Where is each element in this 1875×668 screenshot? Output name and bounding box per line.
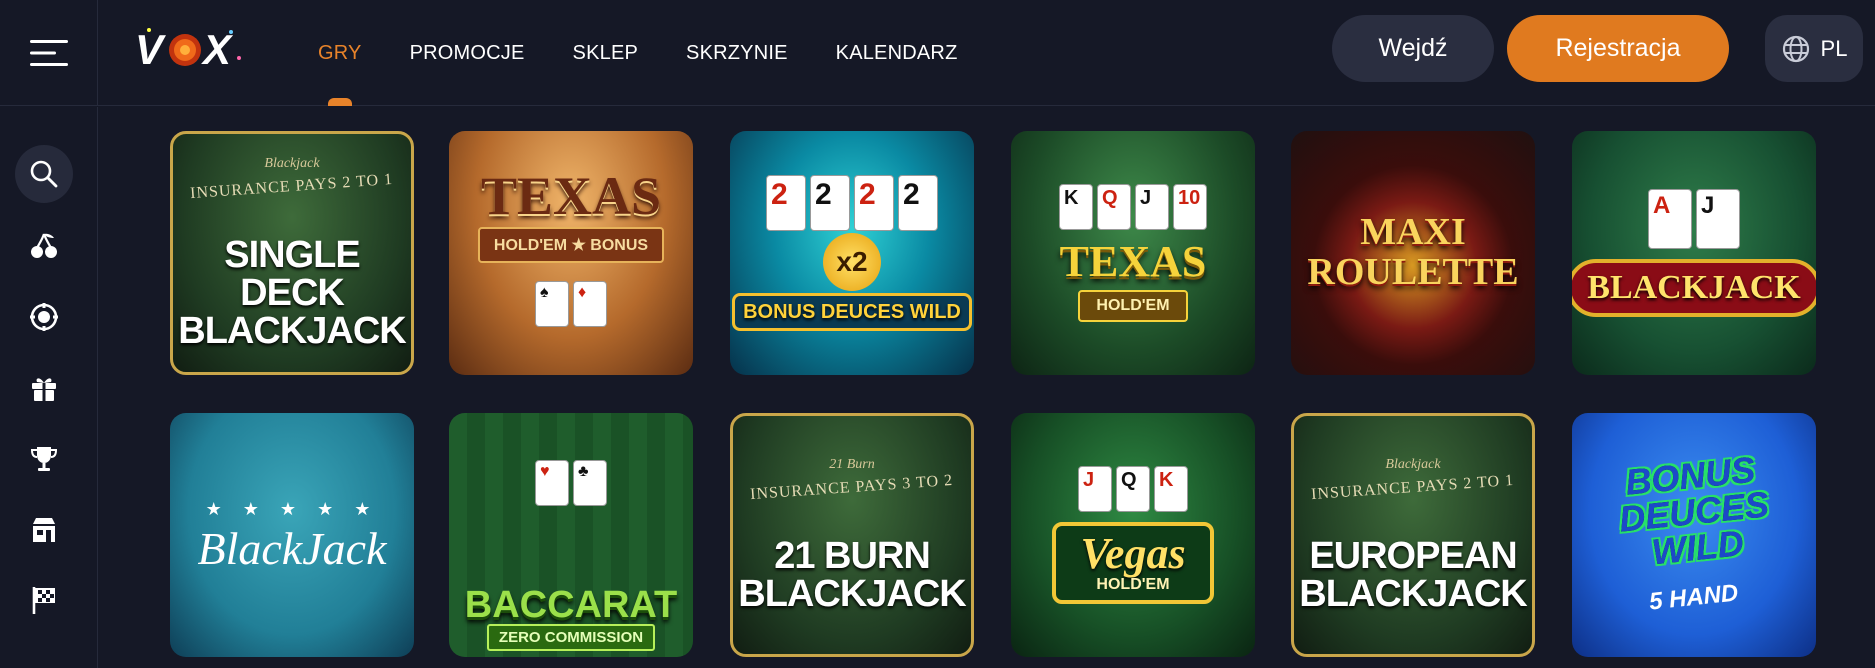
game-title: TEXAS (480, 166, 662, 226)
game-tile-baccarat-zero-commission[interactable]: ♥ ♣ BACCARAT ZERO COMMISSION (449, 413, 693, 657)
gift-icon (32, 378, 56, 401)
game-title: EUROPEAN BLACKJACK (1299, 535, 1527, 615)
game-tile-european-blackjack[interactable]: Blackjack INSURANCE PAYS 2 TO 1 EUROPEAN… (1291, 413, 1535, 657)
card-row: ♠ ♦ (535, 281, 607, 327)
card-row: J Q K (1078, 466, 1188, 512)
game-strip-text: INSURANCE PAYS 2 TO 1 (189, 170, 394, 203)
svg-text:X: X (201, 26, 234, 73)
playing-card: 2 (898, 175, 938, 231)
game-title: BACCARAT (464, 583, 678, 626)
playing-card: ♠ (535, 281, 569, 327)
game-title: Vegas (1080, 529, 1186, 578)
game-title: 21 BURN BLACKJACK (738, 535, 966, 615)
chip-icon (30, 303, 58, 331)
game-tile-texas-holdem-bonus[interactable]: TEXAS HOLD'EM ★ BONUS ♠ ♦ (449, 131, 693, 375)
game-subtitle: HOLD'EM (1096, 576, 1170, 593)
hamburger-icon (29, 40, 68, 66)
shop-icon (33, 518, 55, 542)
card-row: 2 2 2 2 (766, 175, 938, 231)
nav-skrzynie[interactable]: SKRZYNIE (686, 0, 788, 106)
playing-card: J (1696, 189, 1740, 249)
playing-card: 2 (854, 175, 894, 231)
playing-card: A (1648, 189, 1692, 249)
game-title: BLACKJACK (1572, 259, 1816, 317)
card-row: ♥ ♣ (535, 459, 607, 506)
game-strip-text: INSURANCE PAYS 3 TO 2 (749, 471, 954, 504)
game-title: TEXAS (1059, 237, 1207, 286)
game-tile-blackjack-classic[interactable]: ★ ★ ★ ★ ★ BlackJack (170, 413, 414, 657)
nav-kalendarz[interactable]: KALENDARZ (836, 0, 958, 106)
sidebar-slots[interactable] (15, 217, 73, 275)
flag-icon (32, 587, 55, 614)
language-code: PL (1820, 35, 1848, 61)
game-tile-bonus-deuces-wild[interactable]: 2 2 2 2 x2 BONUS DEUCES WILD (730, 131, 974, 375)
main-nav: GRY PROMOCJE SKLEP SKRZYNIE KALENDARZ (318, 0, 958, 106)
register-button[interactable]: Rejestracja (1507, 15, 1729, 82)
nav-sklep[interactable]: SKLEP (573, 0, 638, 106)
game-tile-single-deck-blackjack[interactable]: Blackjack INSURANCE PAYS 2 TO 1 SINGLE D… (170, 131, 414, 375)
sidebar-shop[interactable] (15, 501, 73, 559)
card-row: K Q J 10 (1059, 184, 1207, 230)
nav-promocje[interactable]: PROMOCJE (410, 0, 525, 106)
playing-card: 10 (1173, 184, 1207, 230)
nav-gry[interactable]: GRY (318, 0, 362, 106)
sidebar-races[interactable] (15, 571, 73, 629)
cherries-icon (31, 233, 57, 258)
game-tile-vegas-holdem[interactable]: J Q K Vegas HOLD'EM (1011, 413, 1255, 657)
sidebar-promotions[interactable] (15, 359, 73, 417)
game-subtitle: 5 HAND (1648, 579, 1740, 616)
playing-card: J (1135, 184, 1169, 230)
globe-icon (1782, 35, 1809, 62)
game-top-text: Blackjack (264, 156, 320, 171)
playing-card: 2 (810, 175, 850, 231)
login-button[interactable]: Wejdź (1332, 15, 1494, 82)
game-title: BONUS DEUCES WILD (1617, 448, 1771, 573)
top-header: V X GRY PROMOCJE SKLEP SKRZYNIE KALENDAR… (0, 0, 1875, 106)
game-tile-maxi-roulette[interactable]: MAXI ROULETTE (1291, 131, 1535, 375)
game-top-text: Blackjack (1385, 457, 1441, 472)
sidebar-tournaments[interactable] (15, 430, 73, 488)
game-tile-texas-holdem[interactable]: K Q J 10 TEXAS HOLD'EM (1011, 131, 1255, 375)
playing-card: J (1078, 466, 1112, 512)
game-tile-blackjack[interactable]: A J BLACKJACK (1572, 131, 1816, 375)
game-title: BONUS DEUCES WILD (732, 293, 972, 331)
playing-card: K (1059, 184, 1093, 230)
playing-card: ♣ (573, 459, 607, 506)
playing-card: ♥ (535, 459, 569, 506)
game-subtitle: ZERO COMMISSION (486, 623, 656, 651)
game-tile-21-burn-blackjack[interactable]: 21 Burn INSURANCE PAYS 3 TO 2 21 BURN BL… (730, 413, 974, 657)
game-subtitle: HOLD'EM (1078, 290, 1188, 322)
sidebar-live-casino[interactable] (15, 288, 73, 346)
logo-mark: V X (135, 26, 241, 73)
multiplier-badge: x2 (823, 233, 881, 291)
playing-card: ♦ (573, 281, 607, 327)
game-title: MAXI ROULETTE (1307, 211, 1519, 293)
vox-logo[interactable]: V X (135, 24, 245, 74)
search-icon (30, 160, 58, 188)
sidebar-search[interactable] (15, 145, 73, 203)
playing-card: K (1154, 466, 1188, 512)
sidebar (0, 107, 98, 668)
game-top-text: 21 Burn (829, 457, 875, 472)
language-selector[interactable]: PL (1765, 15, 1863, 82)
trophy-icon (30, 447, 58, 471)
game-tile-bonus-deuces-wild-5-hand[interactable]: BONUS DEUCES WILD 5 HAND (1572, 413, 1816, 657)
svg-text:V: V (135, 26, 166, 73)
game-title: SINGLE DECK BLACKJACK (178, 234, 406, 352)
card-row: A J (1648, 189, 1740, 249)
playing-card: Q (1097, 184, 1131, 230)
hamburger-menu-button[interactable] (0, 0, 98, 106)
playing-card: 2 (766, 175, 806, 231)
game-title: BlackJack (197, 522, 387, 574)
game-strip-text: INSURANCE PAYS 2 TO 1 (1310, 471, 1515, 504)
playing-card: Q (1116, 466, 1150, 512)
stars-decoration: ★ ★ ★ ★ ★ (205, 498, 379, 519)
game-subtitle: HOLD'EM ★ BONUS (477, 227, 665, 263)
vegas-badge: Vegas HOLD'EM (1052, 522, 1214, 604)
